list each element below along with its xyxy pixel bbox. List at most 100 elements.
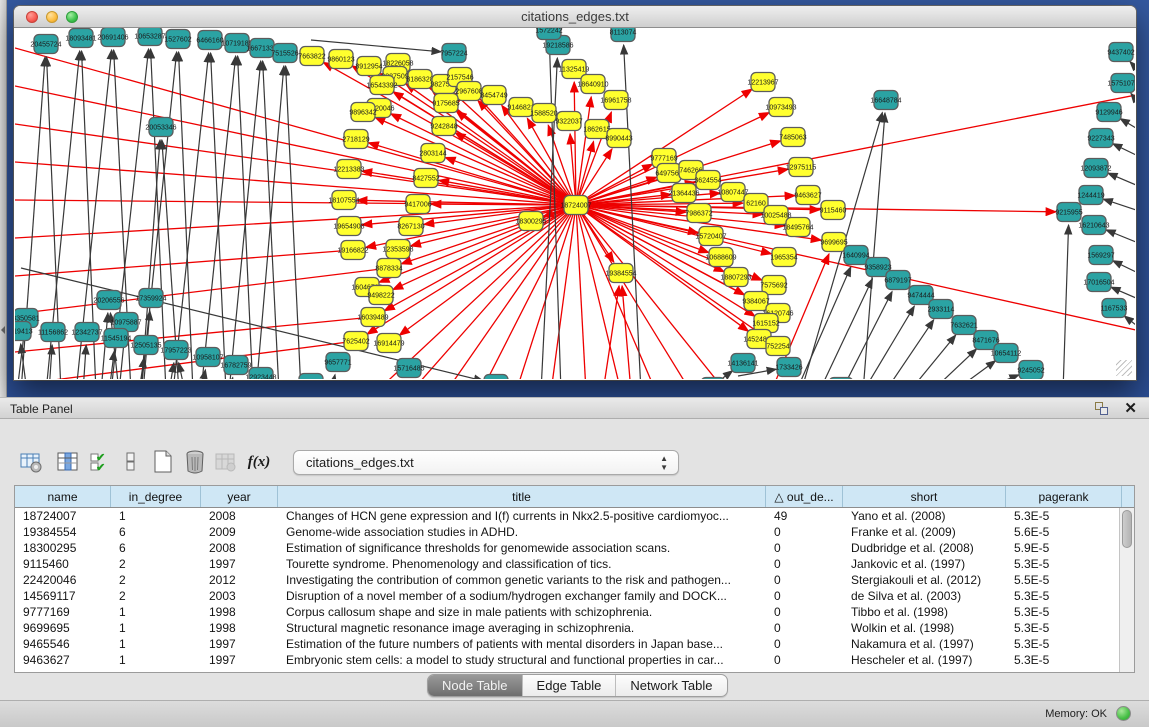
graph-node[interactable]: 9463627: [794, 186, 821, 205]
graph-node[interactable]: 3919413: [15, 322, 33, 341]
graph-node[interactable]: 18093481: [65, 29, 96, 48]
graph-node[interactable]: 1244419: [1077, 186, 1104, 205]
graph-node[interactable]: 8267130: [397, 217, 424, 236]
graph-node[interactable]: 10973493: [765, 98, 796, 117]
window-resize-grip[interactable]: [1116, 360, 1132, 376]
column-header-year[interactable]: year: [201, 486, 278, 507]
graph-node[interactable]: 15751074: [1107, 74, 1135, 93]
column-header-short[interactable]: short: [843, 486, 1006, 507]
graph-node[interactable]: 9699695: [820, 233, 847, 252]
graph-node[interactable]: 6879197: [884, 271, 911, 290]
graph-node[interactable]: 3624554: [694, 171, 721, 190]
scrollbar-thumb[interactable]: [1122, 510, 1132, 548]
graph-node[interactable]: 12353598: [382, 240, 413, 259]
graph-node[interactable]: 12342737: [71, 323, 102, 342]
graph-node[interactable]: 7632621: [950, 316, 977, 335]
graph-node[interactable]: 8912954: [355, 57, 382, 76]
graph-node[interactable]: 17957223: [160, 341, 191, 360]
graph-node[interactable]: 12975115: [786, 158, 817, 177]
graph-node[interactable]: 1965354: [770, 248, 797, 267]
graph-node[interactable]: 2718129: [342, 130, 369, 149]
table-row[interactable]: 1830029562008Estimation of significance …: [15, 540, 1134, 556]
graph-node[interactable]: 12923448: [245, 368, 276, 380]
table-options-icon[interactable]: [18, 449, 44, 475]
function-builder-icon[interactable]: f(x): [246, 449, 272, 475]
graph-node[interactable]: 7663822: [298, 47, 325, 66]
show-columns-icon[interactable]: [55, 449, 81, 475]
table-row[interactable]: 2242004622012Investigating the contribut…: [15, 572, 1134, 588]
table-row[interactable]: 911546021997Tourette syndrome. Phenomeno…: [15, 556, 1134, 572]
table-row[interactable]: 1938455462009Genome-wide association stu…: [15, 524, 1134, 540]
graph-node[interactable]: 20206556: [93, 291, 124, 310]
graph-node[interactable]: 20053346: [145, 118, 176, 137]
graph-node[interactable]: 12213383: [333, 160, 364, 179]
table-selector-dropdown[interactable]: citations_edges.txt ▲▼: [293, 450, 679, 475]
graph-node[interactable]: 6466160: [196, 31, 223, 50]
graph-node[interactable]: 7485063: [779, 128, 806, 147]
graph-node[interactable]: 9115460: [820, 201, 847, 220]
graph-node[interactable]: 9119911: [483, 375, 509, 380]
splitter-strip[interactable]: [0, 0, 7, 397]
graph-node[interactable]: 752254: [766, 337, 790, 356]
graph-node[interactable]: 16543392: [366, 76, 397, 95]
graph-node[interactable]: 9242848: [430, 117, 457, 136]
graph-node[interactable]: 17016504: [1083, 273, 1114, 292]
graph-node[interactable]: 12093872: [1080, 159, 1111, 178]
graph-node[interactable]: 16053809: [825, 378, 856, 380]
graph-node[interactable]: 12213967: [747, 73, 778, 92]
graph-node[interactable]: 9129946: [1095, 103, 1122, 122]
graph-node[interactable]: 16914479: [373, 334, 404, 353]
graph-node[interactable]: 9322037: [555, 112, 582, 131]
column-header-name[interactable]: name: [15, 486, 111, 507]
column-header-title[interactable]: title: [278, 486, 766, 507]
graph-node[interactable]: 21364436: [668, 184, 699, 203]
graph-node[interactable]: 9896342: [349, 103, 376, 122]
graph-node[interactable]: 18640910: [577, 75, 608, 94]
table-row[interactable]: 969969511998Structural magnetic resonanc…: [15, 620, 1134, 636]
table-row[interactable]: 977716911998Corpus callosum shape and si…: [15, 604, 1134, 620]
window-titlebar[interactable]: citations_edges.txt: [14, 6, 1136, 28]
tab-network-table[interactable]: Network Table: [616, 675, 726, 696]
graph-node[interactable]: 11156862: [38, 323, 68, 342]
delete-table-icon[interactable]: [182, 449, 208, 475]
graph-node[interactable]: 16039489: [357, 308, 388, 327]
float-panel-button[interactable]: [1095, 402, 1109, 416]
graph-node[interactable]: 7957224: [440, 44, 467, 63]
table-row[interactable]: 946554611997Estimation of the future num…: [15, 636, 1134, 652]
graph-node[interactable]: 9175685: [432, 94, 459, 113]
graph-node[interactable]: 19384554: [605, 264, 636, 283]
graph-node[interactable]: 9215955: [1055, 203, 1082, 222]
graph-node[interactable]: 16210643: [1078, 216, 1109, 235]
graph-node[interactable]: 19654908: [333, 217, 364, 236]
graph-node[interactable]: 7515526: [271, 44, 298, 63]
graph-node[interactable]: 8990443: [605, 129, 632, 148]
graph-node[interactable]: 1733426: [775, 358, 802, 377]
column-header-indegree[interactable]: in_degree: [111, 486, 201, 507]
graph-node[interactable]: 18300295: [515, 212, 546, 231]
graph-node[interactable]: 12505135: [130, 336, 161, 355]
graph-node[interactable]: 1588520: [530, 104, 557, 123]
graph-node[interactable]: 14136141: [727, 354, 758, 373]
graph-node[interactable]: 15716485: [393, 359, 424, 378]
graph-node[interactable]: 10958107: [192, 348, 223, 367]
memory-ok-indicator[interactable]: [1116, 706, 1131, 721]
graph-node[interactable]: 18807293: [720, 268, 751, 287]
network-canvas[interactable]: 1830029519384554766382298601238912954182…: [15, 28, 1135, 379]
close-panel-button[interactable]: ✕: [1124, 399, 1137, 417]
graph-node[interactable]: 9417006: [404, 195, 431, 214]
column-header-pagerank[interactable]: pagerank: [1006, 486, 1122, 507]
table-row[interactable]: 946362711997Embryonic stem cells: a mode…: [15, 652, 1134, 668]
graph-node[interactable]: 1273446: [297, 374, 324, 380]
graph-node[interactable]: 8113074: [610, 28, 637, 42]
graph-node[interactable]: 18495764: [782, 218, 813, 237]
graph-node[interactable]: 1084533: [699, 378, 726, 380]
graph-node[interactable]: 2933114: [928, 300, 955, 319]
graph-node[interactable]: 8878334: [375, 259, 402, 278]
graph-node[interactable]: 20691406: [97, 28, 128, 47]
hide-columns-icon[interactable]: [118, 449, 144, 475]
collapse-arrow-icon[interactable]: [1, 326, 5, 334]
graph-node[interactable]: 10653287: [134, 28, 165, 46]
graph-node[interactable]: 2967608: [455, 82, 482, 101]
graph-node[interactable]: 1569297: [1087, 246, 1114, 265]
graph-node[interactable]: 9437402: [1107, 43, 1134, 62]
